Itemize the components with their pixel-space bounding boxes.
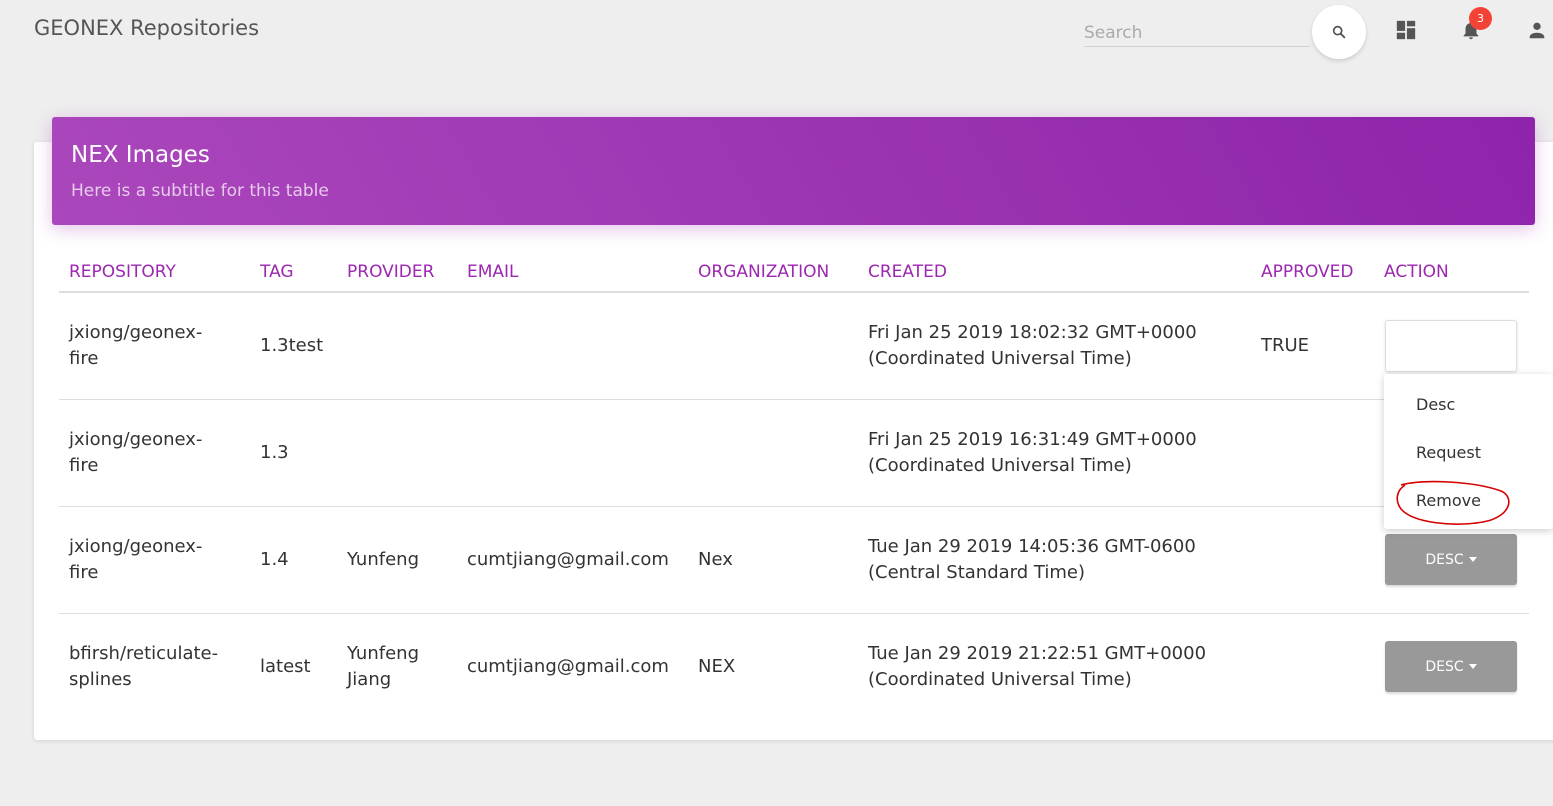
desc-dropdown-button[interactable]: DESC [1385,534,1517,585]
card-header: NEX Images Here is a subtitle for this t… [52,117,1535,225]
search-icon [1332,25,1346,39]
created-cell: Tue Jan 29 2019 21:22:51 GMT+0000 (Coord… [868,643,1207,690]
column-header-organization: ORGANIZATION [698,262,830,282]
row-divider [59,399,1529,400]
provider-cell: Yunfeng [347,549,419,570]
organization-cell: NEX [698,656,736,677]
column-header-created: CREATED [868,262,947,282]
email-cell: cumtjiang@gmail.com [467,549,669,570]
created-cell: Fri Jan 25 2019 16:31:49 GMT+0000 (Coord… [868,429,1197,476]
menu-item-desc[interactable]: Desc [1416,395,1455,414]
created-cell: Tue Jan 29 2019 14:05:36 GMT-0600 (Centr… [868,536,1196,583]
repository-cell: jxiong/geonex- fire [69,536,203,583]
notification-badge: 3 [1469,7,1492,30]
repository-cell: jxiong/geonex- fire [69,322,203,369]
top-bar: GEONEX Repositories 3 [0,0,1553,64]
column-header-tag: TAG [260,262,294,282]
tag-cell: latest [260,656,311,677]
repository-cell: jxiong/geonex- fire [69,429,203,476]
column-header-approved: APPROVED [1261,262,1354,282]
search-button[interactable] [1312,5,1366,59]
app-title[interactable]: GEONEX Repositories [34,16,259,40]
tag-cell: 1.4 [260,549,289,570]
approved-cell: TRUE [1261,335,1310,356]
action-dropdown-button[interactable] [1385,320,1517,372]
provider-cell: Yunfeng Jiang [347,643,419,690]
annotation-circle [1396,480,1510,525]
tag-cell: 1.3test [260,335,324,356]
card-title: NEX Images [71,142,210,168]
column-header-email: EMAIL [467,262,519,282]
row-divider [59,613,1529,614]
repository-cell: bfirsh/reticulate- splines [69,643,219,690]
search-input[interactable] [1084,19,1310,47]
email-cell: cumtjiang@gmail.com [467,656,669,677]
created-cell: Fri Jan 25 2019 18:02:32 GMT+0000 (Coord… [868,322,1197,369]
menu-item-request[interactable]: Request [1416,443,1481,462]
column-header-action: ACTION [1384,262,1449,282]
column-header-repository: REPOSITORY [69,262,176,282]
dashboard-icon[interactable] [1395,19,1417,41]
caret-down-icon [1468,664,1477,669]
organization-cell: Nex [698,549,733,570]
card-subtitle: Here is a subtitle for this table [71,181,329,201]
desc-dropdown-button[interactable]: DESC [1385,641,1517,692]
header-divider [59,291,1529,293]
column-header-provider: PROVIDER [347,262,435,282]
tag-cell: 1.3 [260,442,289,463]
row-divider [59,506,1529,507]
caret-down-icon [1468,557,1477,562]
person-icon[interactable] [1526,19,1548,41]
